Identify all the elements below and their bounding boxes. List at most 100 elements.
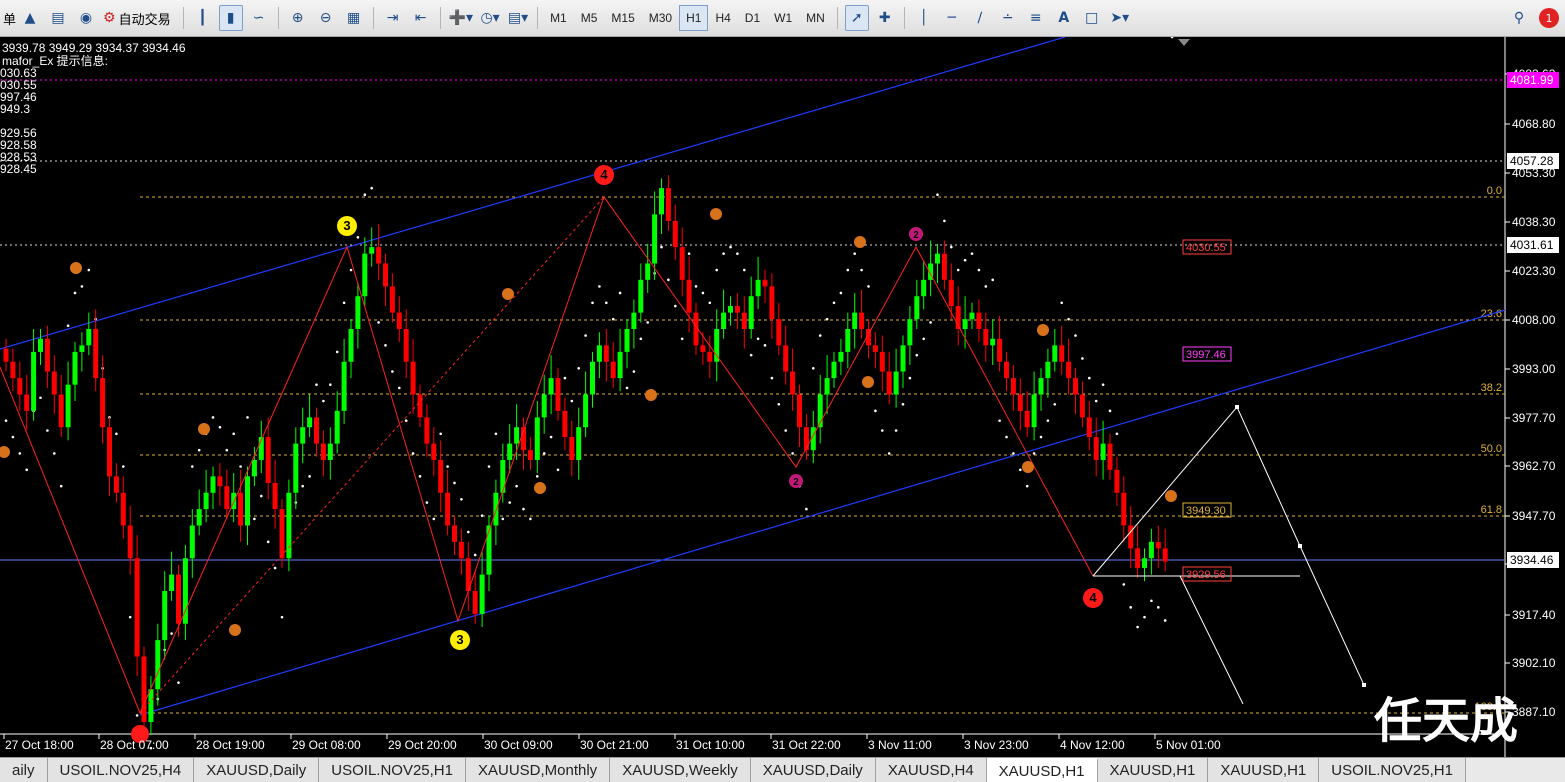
wave-label-text: 2	[793, 477, 799, 488]
sar-dot	[570, 399, 574, 403]
fib-level-label: 38.2	[1481, 382, 1502, 394]
time-tick-label: 29 Oct 08:00	[292, 738, 361, 752]
chart-shift-icon[interactable]: ⇤	[409, 5, 433, 31]
sar-dot	[218, 425, 222, 429]
projection-node[interactable]	[1235, 405, 1239, 409]
horizontal-line-icon[interactable]: ─	[940, 5, 964, 31]
candle-body	[376, 247, 382, 264]
sar-dot	[784, 429, 787, 432]
text-tool-icon[interactable]: A	[1052, 5, 1076, 31]
price-tick-label: 3917.40	[1512, 608, 1556, 622]
vertical-line-icon[interactable]: │	[912, 5, 936, 31]
menu-fragment[interactable]: 单	[3, 9, 16, 28]
projection-node[interactable]	[1362, 683, 1366, 687]
sar-dot	[197, 448, 201, 452]
chart-tab[interactable]: XAUUSD,H1	[1208, 758, 1320, 782]
line-chart-icon[interactable]: ∽	[247, 5, 271, 31]
candlestick-chart-icon[interactable]: ▮	[218, 5, 243, 31]
text-label-icon[interactable]: □	[1080, 5, 1104, 31]
crosshair-icon[interactable]: ✚	[873, 5, 897, 31]
candle-body	[10, 361, 16, 379]
chart-tab[interactable]: USOIL.NOV25,H1	[319, 758, 466, 782]
templates-icon[interactable]: ▤▾	[506, 5, 530, 31]
candle-body	[679, 247, 685, 280]
time-tick-label: 3 Nov 11:00	[868, 738, 932, 752]
level-tag-label: 3949.30	[1186, 505, 1226, 517]
bar-chart-icon[interactable]: ┃	[191, 5, 215, 31]
timeframe-d1[interactable]: D1	[738, 5, 767, 31]
candle-body	[686, 279, 692, 313]
channel-icon[interactable]: ∸	[996, 5, 1020, 31]
projection-node[interactable]	[1298, 544, 1302, 548]
candle-body	[1148, 541, 1154, 559]
sar-dot	[687, 252, 691, 255]
sar-dot	[1150, 599, 1153, 603]
timeframe-h4[interactable]: H4	[708, 5, 737, 31]
candle-body	[776, 319, 782, 346]
chart-canvas[interactable]: 0.023.638.250.061.8100.0 433224 4030.553…	[0, 35, 1565, 782]
chart-tab[interactable]: aily	[0, 758, 48, 782]
chart-tab[interactable]: XAUUSD,Daily	[194, 758, 320, 782]
sar-dot	[839, 291, 843, 295]
sar-dot	[66, 324, 70, 328]
time-tick-label: 30 Oct 09:00	[484, 738, 553, 752]
sar-dot	[391, 370, 394, 373]
candle-body	[272, 482, 278, 510]
candle-body	[224, 486, 230, 510]
notification-badge[interactable]: 1	[1539, 8, 1559, 28]
indicators-icon[interactable]: ➕▾	[448, 5, 474, 31]
auto-scroll-icon[interactable]: ⇥	[381, 5, 405, 31]
candle-body	[734, 306, 740, 313]
sar-dot	[191, 465, 194, 468]
chart-tab[interactable]: XAUUSD,H1	[1097, 758, 1209, 782]
sar-dot	[439, 432, 443, 436]
sar-dot	[1039, 435, 1043, 439]
search-icon[interactable]: ⚲	[1507, 5, 1531, 31]
zoom-in-icon[interactable]: ⊕	[286, 5, 310, 31]
toolbar-separator	[836, 7, 838, 29]
candle-body	[293, 443, 299, 493]
timeframe-h1[interactable]: H1	[679, 5, 709, 31]
auto-trade-button[interactable]: ⚙ 自动交易	[102, 5, 176, 31]
chart-tab[interactable]: XAUUSD,H4	[875, 758, 987, 782]
chart-tab[interactable]: XAUUSD,Monthly	[465, 758, 611, 782]
candle-body	[969, 312, 975, 320]
price-chart[interactable]: 0.023.638.250.061.8100.0 433224 4030.553…	[0, 35, 1565, 782]
chart-tab[interactable]: USOIL.NOV25,H4	[47, 758, 195, 782]
sar-dot	[708, 301, 712, 305]
chart-tab[interactable]: XAUUSD,Daily	[750, 758, 876, 782]
arrows-icon[interactable]: ➤▾	[1108, 5, 1132, 31]
sar-dot	[432, 517, 436, 521]
fibonacci-icon[interactable]: ≡	[1024, 5, 1048, 31]
timeframe-m5[interactable]: M5	[574, 5, 605, 31]
candle-body	[1066, 361, 1072, 379]
zoom-out-icon[interactable]: ⊖	[314, 5, 338, 31]
chart-tab[interactable]: XAUUSD,H1	[986, 758, 1098, 782]
wave-one-badge	[502, 288, 514, 300]
timeframe-m30[interactable]: M30	[642, 5, 679, 31]
sar-dot	[818, 334, 822, 337]
chart-background	[0, 37, 1565, 757]
periods-clock-icon[interactable]: ◷▾	[478, 5, 502, 31]
candle-body	[859, 312, 865, 329]
sar-dot	[605, 301, 608, 305]
sar-dot	[1067, 317, 1070, 321]
market-watch-icon[interactable]: ▤	[46, 5, 70, 31]
chart-tab[interactable]: XAUUSD,Weekly	[610, 758, 751, 782]
tile-windows-icon[interactable]: ▦	[342, 5, 366, 31]
new-order-icon[interactable]: ▲	[18, 5, 42, 31]
candle-body	[148, 689, 154, 722]
candle-body	[93, 328, 99, 379]
chart-tab[interactable]: USOIL.NOV25,H1	[1319, 758, 1466, 782]
cursor-icon[interactable]: ➚	[844, 5, 869, 31]
timeframe-m15[interactable]: M15	[604, 5, 641, 31]
timeframe-m1[interactable]: M1	[543, 5, 574, 31]
sar-dot	[211, 416, 215, 419]
trendline-icon[interactable]: ∕	[968, 5, 992, 31]
candle-body	[700, 345, 706, 352]
globe-icon[interactable]: ◉	[74, 5, 98, 31]
candle-body	[134, 558, 140, 657]
timeframe-mn[interactable]: MN	[799, 5, 832, 31]
timeframe-w1[interactable]: W1	[767, 5, 799, 31]
candle-body	[1073, 378, 1078, 395]
